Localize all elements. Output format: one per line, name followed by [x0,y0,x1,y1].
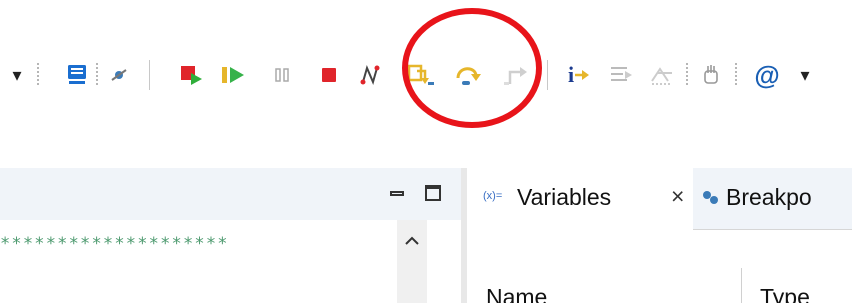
variables-icon: (x)= [483,190,503,202]
use-step-filters-icon[interactable] [606,60,636,90]
toolbar-separator [547,60,548,90]
tab-variables[interactable]: (x)= Variables × [467,168,693,230]
editor-body[interactable] [0,220,461,303]
editor-header [0,168,461,220]
hand-tool-icon[interactable] [696,60,726,90]
skip-breakpoints-icon[interactable] [106,60,132,90]
at-sign-icon[interactable]: @ [750,60,784,90]
vertical-scrollbar[interactable] [397,220,427,303]
scroll-up-icon[interactable] [403,232,421,250]
relaunch-icon[interactable] [176,60,206,90]
toolbar-separator [37,62,39,86]
terminate-icon[interactable] [316,60,342,90]
more-dropdown-icon[interactable]: ▾ [793,60,817,90]
code-line: ******************** [0,234,229,254]
toolbar-separator [735,62,737,86]
drop-to-frame-icon[interactable] [646,60,678,90]
tab-variables-label: Variables [517,184,612,210]
maximize-button[interactable] [422,182,444,204]
column-separator[interactable] [741,268,742,303]
view-menu-dropdown-icon[interactable]: ▾ [6,60,28,90]
toolbar-separator [149,60,150,90]
resume-icon[interactable] [218,60,250,90]
column-header-name[interactable]: Name [486,284,547,303]
breakpoints-icon [702,190,720,211]
suspend-icon[interactable] [270,60,294,90]
display-icon[interactable] [62,60,92,90]
toolbar-separator [686,62,688,86]
tab-breakpoints[interactable]: Breakpo [696,168,852,230]
column-header-type[interactable]: Type [760,284,810,303]
tab-breakpoints-label: Breakpo [726,184,812,210]
disconnect-icon[interactable] [355,60,385,90]
minimize-button[interactable] [386,182,408,204]
close-icon[interactable]: × [671,183,684,210]
toolbar-separator [96,62,98,86]
instruction-stepping-icon[interactable]: i [562,60,596,90]
red-circle-annotation [402,8,542,128]
